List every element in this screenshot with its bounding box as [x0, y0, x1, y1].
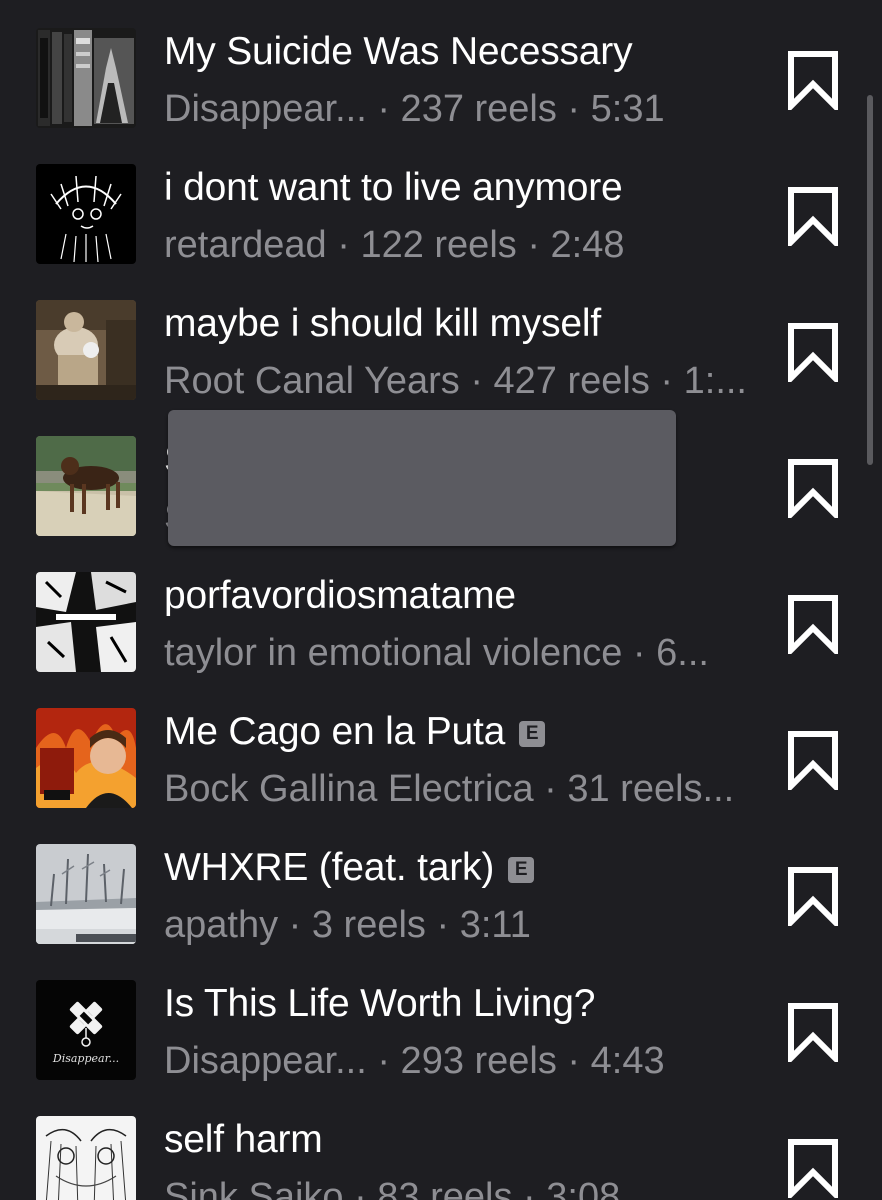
track-row[interactable]: i dont want to live anymore retardead · …	[0, 164, 882, 300]
track-row[interactable]: Me Cago en la Puta E Bock Gallina Electri…	[0, 708, 882, 844]
track-row[interactable]: porfavordiosmatame taylor in emotional v…	[0, 572, 882, 708]
razor-logo-art: Disappear...	[36, 980, 136, 1080]
track-title-text: Me Cago en la Puta	[164, 710, 506, 753]
track-subtitle: retardead · 122 reels · 2:48	[164, 224, 625, 266]
track-subtitle: taylor in emotional violence · 6...	[164, 632, 709, 674]
bookmark-icon[interactable]	[786, 594, 840, 654]
dark-collage-art	[36, 28, 136, 128]
bookmark-icon[interactable]	[786, 322, 840, 382]
track-title: self harm	[164, 1118, 323, 1161]
bookmark-icon[interactable]	[786, 458, 840, 518]
track-title: porfavordiosmatame	[164, 574, 516, 617]
track-row[interactable]: self harm Sink Saiko · 83 reels · 3:08	[0, 1116, 882, 1200]
track-subtitle: apathy · 3 reels · 3:11	[164, 904, 531, 946]
explicit-badge: E	[508, 857, 535, 883]
bookmark-icon[interactable]	[786, 1138, 840, 1198]
manga-collage-art	[36, 572, 136, 672]
track-row[interactable]: Disappear... Is This Life Worth Living? …	[0, 980, 882, 1116]
track-title: i dont want to live anymore	[164, 166, 623, 209]
sketch-figure-art	[36, 164, 136, 264]
bookmark-icon[interactable]	[786, 730, 840, 790]
redaction-block	[168, 410, 676, 546]
bookmark-icon[interactable]	[786, 1002, 840, 1062]
dog-photo-art	[36, 436, 136, 536]
saved-audio-screen: My Suicide Was Necessary Disappear... · …	[0, 0, 882, 1200]
razor-art-caption: Disappear...	[52, 1052, 119, 1065]
anime-sketch-art	[36, 1116, 136, 1200]
snow-trees-art	[36, 844, 136, 944]
track-title: WHXRE (feat. tark) E	[164, 844, 535, 892]
track-title-text: WHXRE (feat. tark)	[164, 846, 495, 889]
track-subtitle: Root Canal Years · 427 reels · 1:...	[164, 360, 747, 402]
explicit-badge: E	[519, 721, 546, 747]
track-row[interactable]: My Suicide Was Necessary Disappear... · …	[0, 28, 882, 164]
track-subtitle: Disappear... · 237 reels · 5:31	[164, 88, 665, 130]
track-title: maybe i should kill myself	[164, 302, 601, 345]
track-row[interactable]: WHXRE (feat. tark) E apathy · 3 reels · 3…	[0, 844, 882, 980]
track-subtitle: Disappear... · 293 reels · 4:43	[164, 1040, 665, 1082]
track-subtitle: Sink Saiko · 83 reels · 3:08	[164, 1176, 621, 1200]
bookmark-icon[interactable]	[786, 866, 840, 926]
bookmark-icon[interactable]	[786, 50, 840, 110]
track-title: My Suicide Was Necessary	[164, 30, 633, 73]
track-title: Me Cago en la Puta E	[164, 708, 546, 756]
scrollbar[interactable]	[867, 95, 873, 465]
sepia-photo-art	[36, 300, 136, 400]
bookmark-icon[interactable]	[786, 186, 840, 246]
track-title: Is This Life Worth Living?	[164, 982, 596, 1025]
track-subtitle: Bock Gallina Electrica · 31 reels...	[164, 768, 735, 810]
fire-portrait-art	[36, 708, 136, 808]
